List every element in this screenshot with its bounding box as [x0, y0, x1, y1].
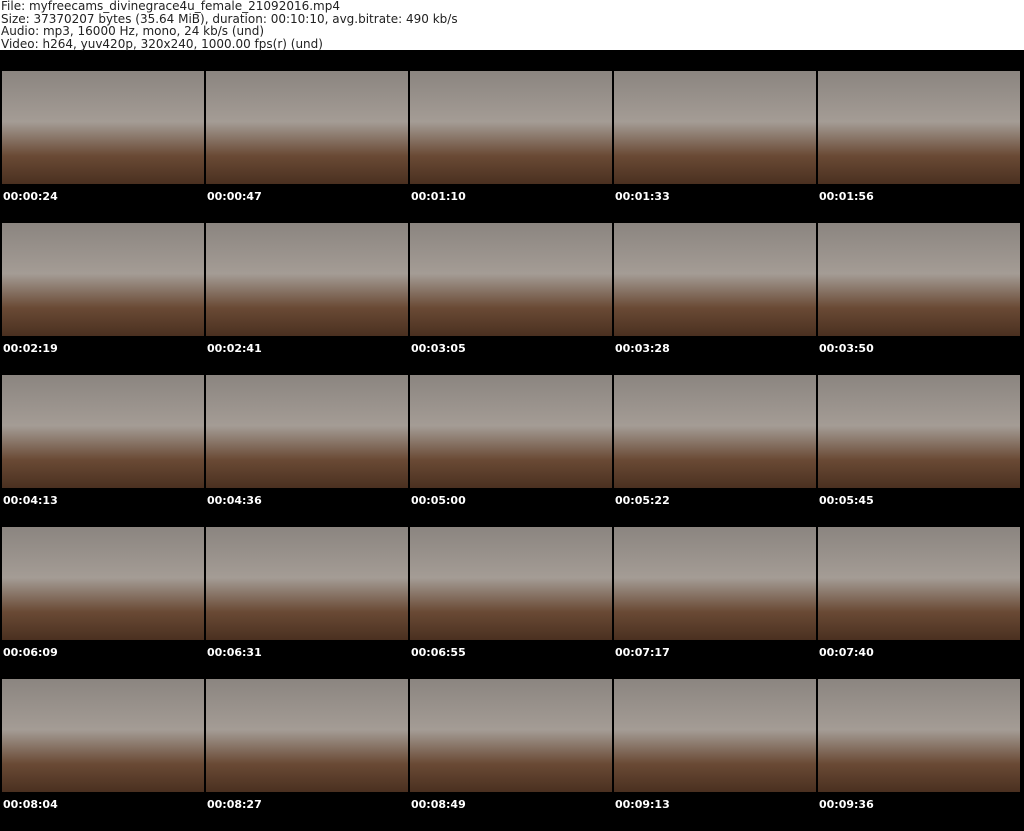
timestamp-label: 00:07:40: [819, 646, 874, 659]
video-frame-thumbnail: [2, 71, 204, 184]
timestamp-label: 00:01:33: [615, 190, 670, 203]
video-frame-thumbnail: [818, 679, 1020, 792]
thumbnail-cell: 00:06:31: [206, 527, 410, 679]
video-frame-thumbnail: [614, 679, 816, 792]
thumbnail-cell: 00:05:45: [818, 375, 1022, 527]
video-frame-thumbnail: [206, 375, 408, 488]
video-frame-thumbnail: [818, 375, 1020, 488]
video-frame-thumbnail: [818, 223, 1020, 336]
thumbnail-cell: 00:08:27: [206, 679, 410, 831]
thumbnail-grid: 00:00:24 00:00:47 00:01:10 00:01:33 00:01:56…: [2, 71, 1022, 831]
timestamp-label: 00:02:19: [3, 342, 58, 355]
thumbnail-cell: 00:07:17: [614, 527, 818, 679]
thumbnail-cell: 00:06:09: [2, 527, 206, 679]
thumbnail-cell: 00:04:13: [2, 375, 206, 527]
thumbnail-cell: 00:09:13: [614, 679, 818, 831]
video-frame-thumbnail: [410, 679, 612, 792]
thumbnail-cell: 00:08:04: [2, 679, 206, 831]
timestamp-label: 00:09:36: [819, 798, 874, 811]
thumbnail-cell: 00:03:05: [410, 223, 614, 375]
video-frame-thumbnail: [410, 375, 612, 488]
thumbnail-cell: 00:02:41: [206, 223, 410, 375]
thumbnail-cell: 00:01:33: [614, 71, 818, 223]
timestamp-label: 00:07:17: [615, 646, 670, 659]
thumbnail-cell: 00:08:49: [410, 679, 614, 831]
video-frame-thumbnail: [2, 679, 204, 792]
timestamp-label: 00:09:13: [615, 798, 670, 811]
video-frame-thumbnail: [410, 223, 612, 336]
timestamp-label: 00:05:00: [411, 494, 466, 507]
video-frame-thumbnail: [614, 375, 816, 488]
thumbnail-cell: 00:00:24: [2, 71, 206, 223]
timestamp-label: 00:08:04: [3, 798, 58, 811]
thumbnail-cell: 00:03:50: [818, 223, 1022, 375]
thumbnail-cell: 00:09:36: [818, 679, 1022, 831]
video-frame-thumbnail: [614, 71, 816, 184]
timestamp-label: 00:01:10: [411, 190, 466, 203]
file-info-header: File: myfreecams_divinegrace4u_female_21…: [0, 0, 1024, 50]
timestamp-label: 00:00:47: [207, 190, 262, 203]
video-frame-thumbnail: [206, 71, 408, 184]
timestamp-label: 00:04:36: [207, 494, 262, 507]
thumbnail-cell: 00:05:22: [614, 375, 818, 527]
thumbnail-cell: 00:05:00: [410, 375, 614, 527]
timestamp-label: 00:03:28: [615, 342, 670, 355]
timestamp-label: 00:08:27: [207, 798, 262, 811]
video-frame-thumbnail: [614, 223, 816, 336]
video-frame-thumbnail: [206, 527, 408, 640]
timestamp-label: 00:02:41: [207, 342, 262, 355]
file-name: File: myfreecams_divinegrace4u_female_21…: [1, 0, 340, 13]
timestamp-label: 00:08:49: [411, 798, 466, 811]
timestamp-label: 00:00:24: [3, 190, 58, 203]
timestamp-label: 00:05:22: [615, 494, 670, 507]
thumbnail-cell: 00:01:56: [818, 71, 1022, 223]
timestamp-label: 00:03:05: [411, 342, 466, 355]
video-frame-thumbnail: [818, 71, 1020, 184]
thumbnail-cell: 00:01:10: [410, 71, 614, 223]
timestamp-label: 00:03:50: [819, 342, 874, 355]
video-frame-thumbnail: [206, 679, 408, 792]
thumbnail-cell: 00:06:55: [410, 527, 614, 679]
thumbnail-cell: 00:00:47: [206, 71, 410, 223]
thumbnail-cell: 00:03:28: [614, 223, 818, 375]
timestamp-label: 00:05:45: [819, 494, 874, 507]
thumbnail-cell: 00:02:19: [2, 223, 206, 375]
video-frame-thumbnail: [206, 223, 408, 336]
video-frame-thumbnail: [818, 527, 1020, 640]
video-frame-thumbnail: [2, 375, 204, 488]
audio-info: Audio: mp3, 16000 Hz, mono, 24 kb/s (und…: [1, 24, 265, 38]
video-frame-thumbnail: [410, 71, 612, 184]
timestamp-label: 00:06:31: [207, 646, 262, 659]
video-frame-thumbnail: [2, 527, 204, 640]
timestamp-label: 00:06:09: [3, 646, 58, 659]
thumbnail-cell: 00:04:36: [206, 375, 410, 527]
timestamp-label: 00:01:56: [819, 190, 874, 203]
timestamp-label: 00:04:13: [3, 494, 58, 507]
timestamp-label: 00:06:55: [411, 646, 466, 659]
video-frame-thumbnail: [410, 527, 612, 640]
video-frame-thumbnail: [2, 223, 204, 336]
video-frame-thumbnail: [614, 527, 816, 640]
video-info: Video: h264, yuv420p, 320x240, 1000.00 f…: [1, 36, 323, 51]
thumbnail-cell: 00:07:40: [818, 527, 1022, 679]
